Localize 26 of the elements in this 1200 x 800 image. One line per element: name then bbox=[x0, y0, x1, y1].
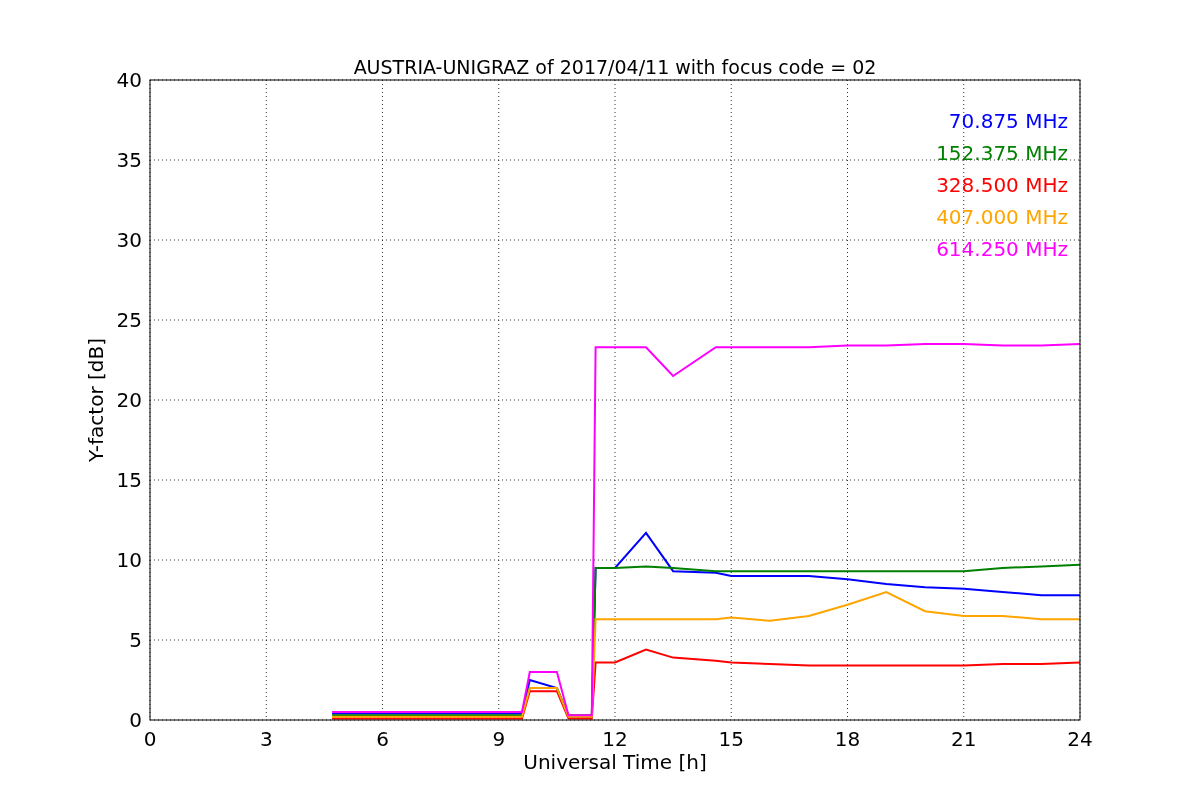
y-tick-label: 15 bbox=[116, 468, 142, 492]
legend-label: 70.875 MHz bbox=[948, 109, 1068, 133]
x-tick-label: 6 bbox=[376, 727, 389, 751]
legend-label: 328.500 MHz bbox=[936, 173, 1068, 197]
y-tick-label: 30 bbox=[116, 228, 142, 252]
x-tick-label: 15 bbox=[718, 727, 744, 751]
y-tick-label: 40 bbox=[116, 68, 142, 92]
legend-label: 614.250 MHz bbox=[936, 237, 1068, 261]
x-tick-label: 9 bbox=[492, 727, 506, 751]
x-tick-label: 18 bbox=[834, 727, 861, 751]
y-tick-label: 0 bbox=[129, 708, 142, 732]
chart-title: AUSTRIA-UNIGRAZ of 2017/04/11 with focus code = 02 bbox=[353, 56, 877, 78]
x-tick-label: 12 bbox=[602, 727, 628, 751]
x-tick-label: 0 bbox=[143, 727, 157, 751]
x-tick-label: 24 bbox=[1067, 727, 1093, 751]
y-tick-label: 5 bbox=[129, 628, 142, 652]
legend-label: 407.000 MHz bbox=[936, 205, 1068, 229]
y-tick-label: 35 bbox=[116, 148, 142, 172]
x-tick-label: 21 bbox=[951, 727, 977, 751]
y-tick-label: 20 bbox=[116, 388, 142, 412]
y-axis-label: Y-factor [dB] bbox=[84, 338, 108, 462]
x-tick-label: 3 bbox=[259, 727, 273, 751]
y-tick-label: 10 bbox=[116, 548, 142, 572]
y-tick-label: 25 bbox=[116, 308, 142, 332]
x-axis-label: Universal Time [h] bbox=[523, 750, 707, 774]
legend-label: 152.375 MHz bbox=[936, 141, 1068, 165]
